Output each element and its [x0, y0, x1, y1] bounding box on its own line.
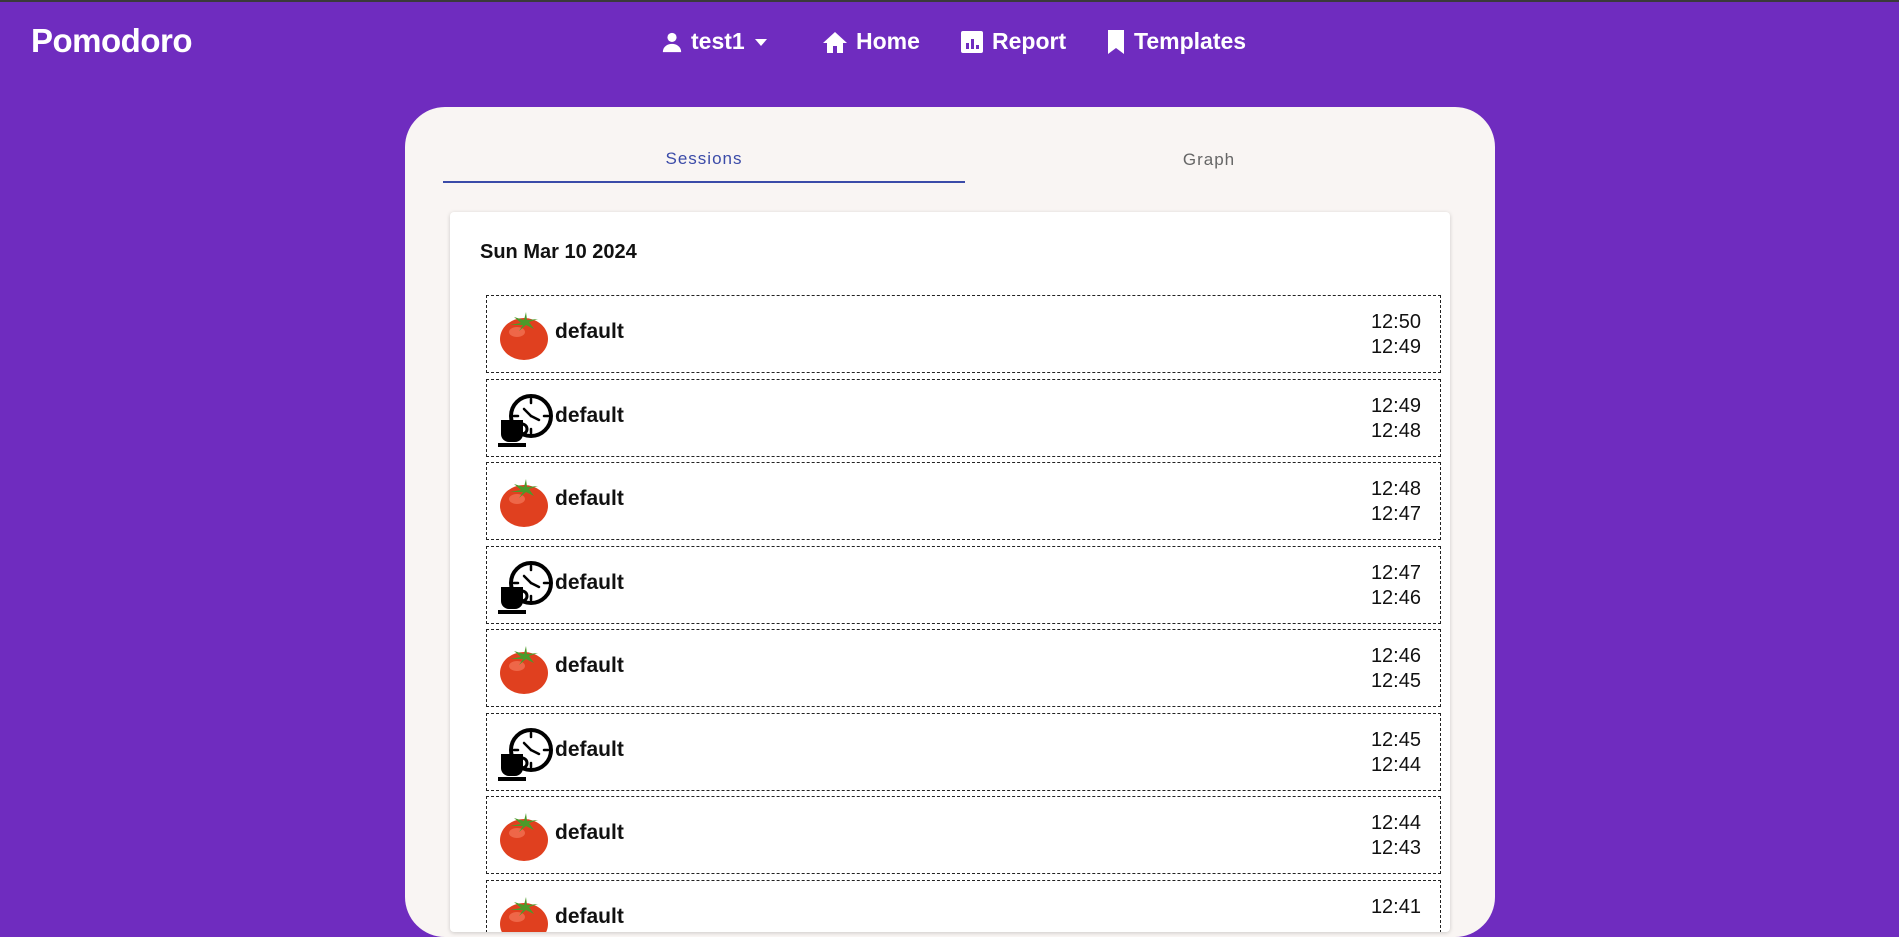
session-times: 12:49 12:48 [1371, 394, 1421, 444]
top-navbar: Pomodoro test1 Home Report Templates [0, 2, 1899, 82]
session-start-time: 12:43 [1370, 837, 1421, 859]
report-tabs: Sessions Graph [443, 137, 1453, 183]
session-row[interactable]: default 12:45 12:44 [486, 713, 1441, 791]
bookmark-icon [1106, 29, 1126, 55]
session-start-time: 12:44 [1370, 754, 1421, 776]
sessions-card: Sun Mar 10 2024 default 12:50 12:49 defaul… [450, 212, 1450, 932]
session-end-time: 12:49 [1370, 395, 1421, 417]
nav-report-label: Report [992, 28, 1067, 54]
session-date-heading: Sun Mar 10 2024 [480, 241, 637, 263]
session-name: default [555, 487, 624, 510]
session-times: 12:50 12:49 [1371, 310, 1421, 360]
session-row[interactable]: default 12:46 12:45 [486, 629, 1441, 707]
session-end-time: 12:44 [1370, 812, 1421, 834]
session-row[interactable]: default 12:48 12:47 [486, 462, 1441, 540]
session-name: default [555, 320, 624, 343]
user-menu[interactable]: test1 [661, 28, 769, 55]
nav-home-label: Home [856, 28, 920, 54]
session-times: 12:46 12:45 [1371, 644, 1421, 694]
session-end-time: 12:50 [1370, 311, 1421, 333]
nav-home-link[interactable]: Home [822, 28, 920, 55]
tab-graph[interactable]: Graph [965, 137, 1453, 183]
person-icon [661, 31, 683, 53]
session-name: default [555, 821, 624, 844]
report-panel: Sessions Graph Sun Mar 10 2024 default 12… [405, 107, 1495, 937]
session-start-time: 12:46 [1370, 587, 1421, 609]
session-name: default [555, 571, 624, 594]
session-times: 12:41 [1371, 895, 1421, 920]
session-row[interactable]: default 12:50 12:49 [486, 295, 1441, 373]
session-end-time: 12:46 [1370, 645, 1421, 667]
coffee-clock-icon [497, 726, 553, 781]
tomato-icon [497, 809, 551, 863]
session-end-time: 12:47 [1370, 562, 1421, 584]
report-chart-icon [960, 30, 984, 54]
tomato-icon [497, 642, 551, 696]
session-row[interactable]: default 12:44 12:43 [486, 796, 1441, 874]
session-times: 12:48 12:47 [1371, 477, 1421, 527]
session-end-time: 12:45 [1370, 729, 1421, 751]
tab-sessions[interactable]: Sessions [443, 137, 965, 183]
session-row[interactable]: default 12:41 [486, 880, 1441, 932]
session-times: 12:45 12:44 [1371, 728, 1421, 778]
session-times: 12:47 12:46 [1371, 561, 1421, 611]
session-start-time: 12:47 [1370, 503, 1421, 525]
session-name: default [555, 905, 624, 928]
home-icon [822, 30, 848, 54]
tomato-icon [497, 475, 551, 529]
session-row[interactable]: default 12:47 12:46 [486, 546, 1441, 624]
nav-templates-label: Templates [1134, 28, 1247, 54]
session-name: default [555, 654, 624, 677]
session-start-time: 12:45 [1370, 670, 1421, 692]
coffee-clock-icon [497, 559, 553, 614]
caret-down-icon [753, 36, 769, 48]
nav-templates-link[interactable]: Templates [1106, 28, 1246, 55]
coffee-clock-icon [497, 392, 553, 447]
tomato-icon [497, 893, 551, 932]
app-brand[interactable]: Pomodoro [31, 22, 192, 60]
session-times: 12:44 12:43 [1371, 811, 1421, 861]
user-menu-label: test1 [691, 28, 745, 54]
session-start-time: 12:48 [1370, 420, 1421, 442]
session-start-time: 12:49 [1370, 336, 1421, 358]
session-name: default [555, 404, 624, 427]
session-end-time: 12:41 [1370, 896, 1421, 918]
session-name: default [555, 738, 624, 761]
session-end-time: 12:48 [1370, 478, 1421, 500]
nav-report-link[interactable]: Report [960, 28, 1066, 55]
session-row[interactable]: default 12:49 12:48 [486, 379, 1441, 457]
tomato-icon [497, 308, 551, 362]
